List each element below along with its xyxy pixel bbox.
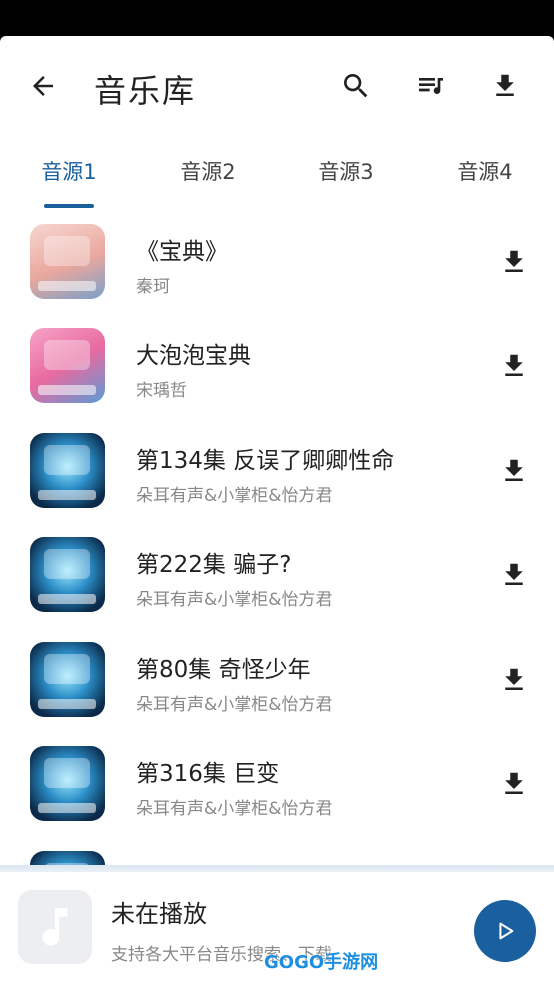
back-button[interactable] (19, 62, 67, 110)
status-bar (0, 0, 554, 36)
download-button[interactable] (490, 656, 538, 704)
download-icon (505, 563, 523, 585)
watermark-logo: GOGO手游网 (264, 952, 379, 973)
source-tabs: 音源1 音源2 音源3 音源4 (0, 146, 554, 210)
album-cover (30, 746, 105, 821)
download-button[interactable] (490, 760, 538, 808)
search-button[interactable] (332, 62, 380, 110)
tab-source-2[interactable]: 音源2 (143, 156, 273, 186)
tab-source-1[interactable]: 音源1 (4, 156, 134, 186)
song-title: 大泡泡宝典 (136, 343, 251, 369)
song-artist: 秦珂 (136, 277, 170, 297)
song-title: 第80集 奇怪少年 (136, 657, 311, 683)
music-library-screen: 音乐库 音源1 音源2 音源3 音源4 《宝典》 秦珂 大泡泡宝典 宋瑀哲 第1… (0, 36, 554, 984)
download-icon (505, 772, 523, 794)
download-icon (505, 250, 523, 272)
download-icon (505, 668, 523, 690)
app-bar: 音乐库 (0, 36, 554, 136)
album-cover (30, 642, 105, 717)
download-button[interactable] (490, 551, 538, 599)
playlist-icon (419, 78, 443, 94)
song-title: 第316集 巨变 (136, 761, 280, 787)
download-button[interactable] (490, 342, 538, 390)
song-title: 第222集 骗子? (136, 552, 292, 578)
download-icon (505, 459, 523, 481)
album-cover (30, 537, 105, 612)
album-cover (30, 433, 105, 508)
download-all-button[interactable] (481, 62, 529, 110)
album-cover (30, 224, 105, 299)
album-cover (30, 328, 105, 403)
song-list[interactable]: 《宝典》 秦珂 大泡泡宝典 宋瑀哲 第134集 反误了卿卿性命 朵耳有声&小掌柜… (0, 210, 554, 875)
arrow-back-icon (33, 76, 53, 96)
song-artist: 朵耳有声&小掌柜&怡方君 (136, 590, 333, 610)
song-title: 《宝典》 (136, 239, 228, 265)
song-artist: 朵耳有声&小掌柜&怡方君 (136, 486, 333, 506)
now-playing-title: 未在播放 (111, 900, 207, 928)
now-playing-art (18, 890, 92, 964)
play-icon (499, 922, 514, 940)
download-icon (496, 74, 514, 96)
song-artist: 朵耳有声&小掌柜&怡方君 (136, 695, 333, 715)
song-artist: 朵耳有声&小掌柜&怡方君 (136, 799, 333, 819)
download-icon (505, 354, 523, 376)
download-button[interactable] (490, 238, 538, 286)
page-title: 音乐库 (94, 72, 197, 110)
song-row[interactable]: 第222集 骗子? 朵耳有声&小掌柜&怡方君 (0, 523, 554, 627)
tab-source-3[interactable]: 音源3 (281, 156, 411, 186)
search-icon (344, 74, 368, 98)
play-button[interactable] (474, 900, 536, 962)
playlist-button[interactable] (407, 62, 455, 110)
song-title: 第134集 反误了卿卿性命 (136, 448, 395, 474)
tab-indicator (44, 204, 94, 208)
song-row[interactable]: 大泡泡宝典 宋瑀哲 (0, 314, 554, 418)
tab-source-4[interactable]: 音源4 (420, 156, 550, 186)
music-note-icon (42, 908, 68, 946)
download-button[interactable] (490, 447, 538, 495)
song-row[interactable]: 第134集 反误了卿卿性命 朵耳有声&小掌柜&怡方君 (0, 419, 554, 523)
song-row[interactable]: 第316集 巨变 朵耳有声&小掌柜&怡方君 (0, 732, 554, 836)
song-row[interactable]: 《宝典》 秦珂 (0, 210, 554, 314)
song-artist: 宋瑀哲 (136, 381, 187, 401)
song-row[interactable]: 第80集 奇怪少年 朵耳有声&小掌柜&怡方君 (0, 628, 554, 732)
